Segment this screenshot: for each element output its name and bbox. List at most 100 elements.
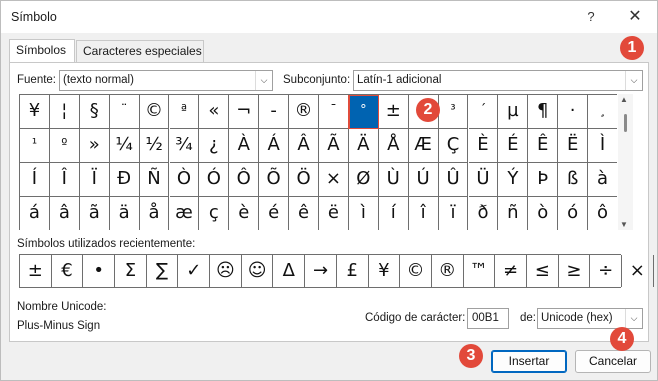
symbol-cell[interactable]: Û <box>438 163 469 197</box>
symbol-cell[interactable]: ó <box>558 197 589 230</box>
symbol-cell[interactable]: ð <box>468 197 499 230</box>
recent-symbol-cell[interactable]: ÷ <box>590 255 622 287</box>
recent-symbol-cell[interactable]: ☹ <box>210 255 242 287</box>
symbol-cell[interactable]: × <box>319 163 349 197</box>
symbol-cell[interactable]: ¨ <box>109 95 140 129</box>
recent-symbol-cell[interactable]: • <box>83 255 116 287</box>
recent-symbol-cell[interactable]: → <box>305 255 337 287</box>
symbol-cell[interactable]: À <box>229 129 260 163</box>
close-icon[interactable]: ✕ <box>619 5 651 29</box>
scroll-down-icon[interactable]: ▼ <box>620 220 628 229</box>
symbol-cell[interactable]: Ù <box>378 163 409 197</box>
symbol-cell[interactable]: Í <box>20 163 50 197</box>
symbol-cell[interactable]: © <box>139 95 170 129</box>
symbol-cell[interactable]: è <box>229 197 260 230</box>
symbol-cell[interactable]: Â <box>289 129 319 163</box>
symbol-cell[interactable]: Þ <box>528 163 559 197</box>
symbol-cell[interactable]: Ï <box>79 163 110 197</box>
recent-symbol-cell[interactable]: ≠ <box>495 255 527 287</box>
symbol-cell[interactable]: é <box>259 197 290 230</box>
symbol-cell[interactable]: Ë <box>558 129 589 163</box>
symbol-cell[interactable]: Æ <box>408 129 439 163</box>
symbol-cell[interactable]: Ê <box>528 129 559 163</box>
symbol-cell[interactable]: ì <box>348 197 379 230</box>
symbol-cell[interactable]: ï <box>438 197 469 230</box>
subset-select[interactable]: Latín-1 adicional ⌵ <box>353 70 643 91</box>
symbol-cell[interactable]: - <box>259 95 290 129</box>
symbol-cell[interactable]: ã <box>79 197 110 230</box>
symbol-cell[interactable]: Ý <box>498 163 529 197</box>
symbol-cell[interactable]: ç <box>199 197 230 230</box>
recent-symbol-cell[interactable]: ® <box>432 255 464 287</box>
symbol-cell[interactable]: ò <box>528 197 559 230</box>
font-select[interactable]: (texto normal) ⌵ <box>59 70 273 91</box>
symbol-cell[interactable]: Å <box>378 129 409 163</box>
symbol-cell[interactable]: å <box>139 197 170 230</box>
chevron-down-icon[interactable]: ⌵ <box>625 71 642 90</box>
symbol-cell[interactable]: Ô <box>229 163 260 197</box>
symbol-cell[interactable]: î <box>408 197 439 230</box>
symbol-cell[interactable]: Ñ <box>139 163 170 197</box>
recent-symbol-cell[interactable]: ≥ <box>559 255 591 287</box>
symbol-cell[interactable]: ñ <box>498 197 529 230</box>
symbol-cell[interactable]: Ç <box>438 129 469 163</box>
chevron-down-icon[interactable]: ⌵ <box>625 309 642 328</box>
symbol-cell[interactable]: à <box>588 163 617 197</box>
scroll-up-icon[interactable]: ▲ <box>620 95 628 104</box>
symbol-cell[interactable]: Ü <box>468 163 499 197</box>
symbol-cell[interactable]: ¹ <box>20 129 50 163</box>
symbol-cell[interactable]: ¸ <box>588 95 617 129</box>
symbol-cell[interactable]: § <box>79 95 110 129</box>
symbol-cell[interactable]: ä <box>109 197 140 230</box>
cancel-button[interactable]: Cancelar <box>575 350 651 373</box>
symbol-cell[interactable]: Ä <box>348 129 379 163</box>
symbol-cell[interactable]: ¥ <box>20 95 50 129</box>
recent-symbol-cell[interactable]: ✓ <box>178 255 211 287</box>
symbol-cell[interactable]: ë <box>319 197 349 230</box>
recent-symbol-cell[interactable]: Δ <box>273 255 306 287</box>
recent-symbol-cell[interactable]: £ <box>337 255 369 287</box>
recent-symbol-cell[interactable]: ≤ <box>527 255 559 287</box>
symbol-cell[interactable]: ½ <box>139 129 170 163</box>
recent-symbol-cell[interactable]: ™ <box>464 255 496 287</box>
symbol-cell[interactable]: ´ <box>468 95 499 129</box>
scrollbar-thumb[interactable] <box>624 114 627 132</box>
symbol-cell[interactable]: » <box>79 129 110 163</box>
symbol-cell[interactable]: æ <box>169 197 200 230</box>
symbol-cell[interactable]: ± <box>378 95 409 129</box>
char-code-input[interactable]: 00B1 <box>467 308 509 329</box>
symbol-cell[interactable]: ß <box>558 163 589 197</box>
symbol-cell[interactable]: ® <box>289 95 319 129</box>
symbol-cell[interactable]: Ö <box>289 163 319 197</box>
symbol-cell[interactable]: Õ <box>259 163 290 197</box>
symbol-cell[interactable]: ³ <box>438 95 469 129</box>
symbol-cell[interactable]: â <box>49 197 80 230</box>
symbol-cell[interactable]: Á <box>259 129 290 163</box>
symbol-cell[interactable]: Ì <box>588 129 617 163</box>
symbol-cell[interactable]: Ò <box>169 163 200 197</box>
symbol-cell[interactable]: á <box>20 197 50 230</box>
symbol-cell[interactable]: í <box>378 197 409 230</box>
tab-special-characters[interactable]: Caracteres especiales <box>76 40 204 62</box>
symbol-cell[interactable]: ° <box>347 95 380 130</box>
symbol-cell[interactable]: É <box>498 129 529 163</box>
symbol-cell[interactable]: ô <box>588 197 617 230</box>
symbol-cell[interactable]: Ú <box>408 163 439 197</box>
help-icon[interactable]: ? <box>575 5 607 29</box>
from-select[interactable]: Unicode (hex) ⌵ <box>537 308 643 329</box>
recent-symbol-cell[interactable]: ¥ <box>369 255 401 287</box>
symbol-cell[interactable]: º <box>49 129 80 163</box>
symbol-cell[interactable]: ¬ <box>229 95 260 129</box>
recent-symbol-cell[interactable]: ☺ <box>242 255 274 287</box>
symbol-cell[interactable]: Ð <box>109 163 140 197</box>
symbol-cell[interactable]: ¦ <box>49 95 80 129</box>
recent-symbol-cell[interactable]: Σ <box>115 255 147 287</box>
symbol-cell[interactable]: Ã <box>319 129 349 163</box>
recent-symbol-cell[interactable]: © <box>400 255 432 287</box>
symbol-cell[interactable]: È <box>468 129 499 163</box>
recent-symbol-cell[interactable]: × <box>622 255 654 287</box>
symbol-cell[interactable]: Î <box>49 163 80 197</box>
symbol-cell[interactable]: Ó <box>199 163 230 197</box>
symbol-cell[interactable]: µ <box>498 95 529 129</box>
symbol-cell[interactable]: ¾ <box>169 129 200 163</box>
